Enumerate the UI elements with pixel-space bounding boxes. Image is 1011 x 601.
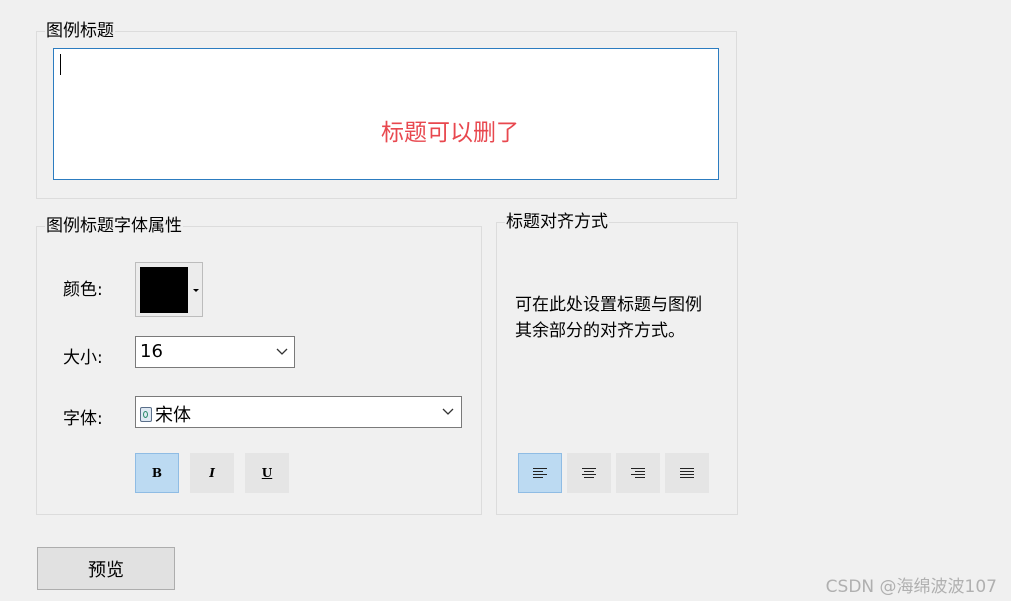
- font-label: 字体:: [63, 409, 103, 429]
- size-label: 大小:: [63, 348, 103, 368]
- font-family-select[interactable]: 宋体: [135, 396, 462, 428]
- underline-icon: U: [261, 466, 273, 480]
- font-family-display: 宋体: [140, 401, 191, 427]
- italic-button[interactable]: I: [190, 453, 234, 493]
- color-label: 颜色:: [63, 280, 103, 300]
- font-size-value: 16: [140, 341, 163, 362]
- italic-icon: I: [209, 466, 215, 480]
- chevron-down-icon: [276, 348, 288, 355]
- text-caret: [60, 54, 61, 75]
- watermark: CSDN @海绵波波107: [825, 577, 997, 597]
- legend-title-group-label: 图例标题: [45, 20, 115, 42]
- align-right-button[interactable]: [616, 453, 660, 493]
- font-family-value: 宋体: [155, 405, 191, 426]
- chevron-down-icon: [442, 408, 454, 415]
- alignment-description: 可在此处设置标题与图例其余部分的对齐方式。: [515, 295, 702, 341]
- align-justify-button[interactable]: [665, 453, 709, 493]
- font-file-icon: [140, 407, 152, 422]
- color-picker-button[interactable]: [135, 262, 203, 317]
- font-properties-group-label: 图例标题字体属性: [45, 215, 183, 237]
- color-swatch: [140, 267, 188, 313]
- annotation-text: 标题可以删了: [381, 120, 519, 146]
- align-justify-icon: [680, 468, 694, 478]
- align-left-button[interactable]: [518, 453, 562, 493]
- preview-button[interactable]: 预览: [37, 547, 175, 590]
- bold-icon: B: [151, 466, 163, 480]
- font-size-select[interactable]: 16: [135, 336, 295, 368]
- dropdown-arrow-icon: [193, 289, 199, 292]
- align-left-icon: [533, 468, 547, 478]
- bold-button[interactable]: B: [135, 453, 179, 493]
- underline-button[interactable]: U: [245, 453, 289, 493]
- align-center-button[interactable]: [567, 453, 611, 493]
- align-center-icon: [582, 468, 596, 478]
- align-right-icon: [631, 468, 645, 478]
- title-alignment-group-label: 标题对齐方式: [505, 211, 609, 233]
